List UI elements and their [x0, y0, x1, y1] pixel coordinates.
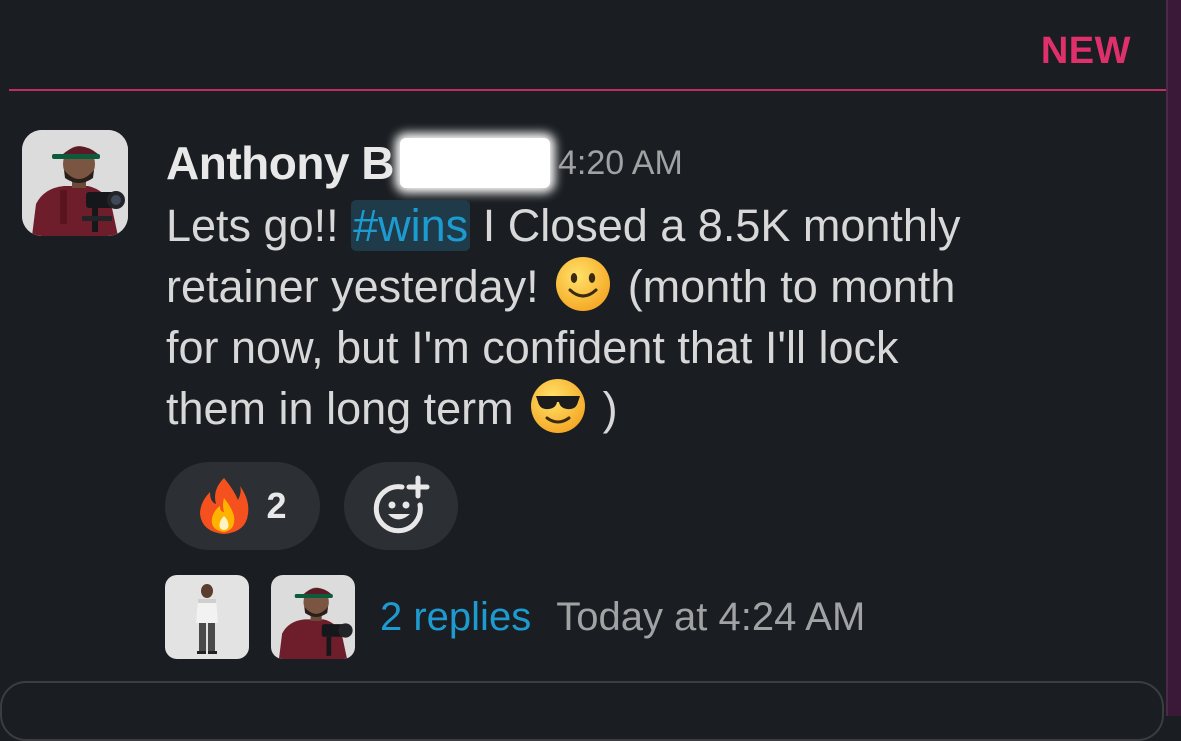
- message-line: retainer yesterday! (month to month: [166, 256, 1126, 317]
- new-messages-divider: [9, 89, 1166, 91]
- message-timestamp[interactable]: 4:20 AM: [558, 144, 683, 183]
- reaction-count: 2: [266, 485, 287, 526]
- add-reaction-icon: [373, 475, 430, 534]
- add-reaction-button[interactable]: [344, 462, 458, 550]
- message-header: Anthony B 4:20 AM: [166, 133, 683, 193]
- person-with-camera-icon: [22, 130, 128, 236]
- redacted-surname: [400, 138, 551, 188]
- text-segment: I Closed a 8.5K monthly: [470, 200, 961, 251]
- message-line: for now, but I'm confident that I'll loc…: [166, 322, 899, 373]
- reply-avatar[interactable]: [165, 575, 249, 659]
- text-segment: (month to month: [615, 261, 956, 312]
- message-composer[interactable]: [0, 681, 1164, 741]
- new-messages-label: NEW: [1040, 30, 1131, 72]
- person-standing-icon: [165, 575, 249, 659]
- author-avatar[interactable]: [22, 130, 128, 236]
- thread-summary[interactable]: 2 replies Today at 4:24 AM: [165, 575, 865, 659]
- message-line: Lets go!! #wins I Closed a 8.5K monthly: [166, 195, 1126, 256]
- fire-icon: [200, 478, 249, 534]
- reply-avatar[interactable]: [271, 575, 355, 659]
- author-name[interactable]: Anthony B: [166, 136, 395, 190]
- message-text: Lets go!! #wins I Closed a 8.5K monthly …: [166, 195, 1126, 439]
- sidebar-edge: [1166, 0, 1181, 716]
- text-segment: retainer yesterday!: [166, 261, 552, 312]
- text-segment: ): [590, 383, 618, 434]
- replies-link[interactable]: 2 replies: [380, 595, 531, 640]
- text-segment: Lets go!!: [166, 200, 352, 251]
- person-with-camera-icon: [271, 575, 355, 659]
- reactions-bar: 2: [165, 462, 458, 550]
- text-segment: them in long term: [166, 383, 527, 434]
- smiling-face-with-sunglasses-icon: [531, 379, 586, 433]
- slightly-smiling-face-icon: [556, 257, 611, 311]
- fire-reaction-button[interactable]: 2: [165, 462, 320, 550]
- last-reply-time: Today at 4:24 AM: [556, 594, 866, 639]
- channel-link-wins[interactable]: #wins: [351, 200, 471, 251]
- message-line: them in long term ): [166, 378, 1126, 439]
